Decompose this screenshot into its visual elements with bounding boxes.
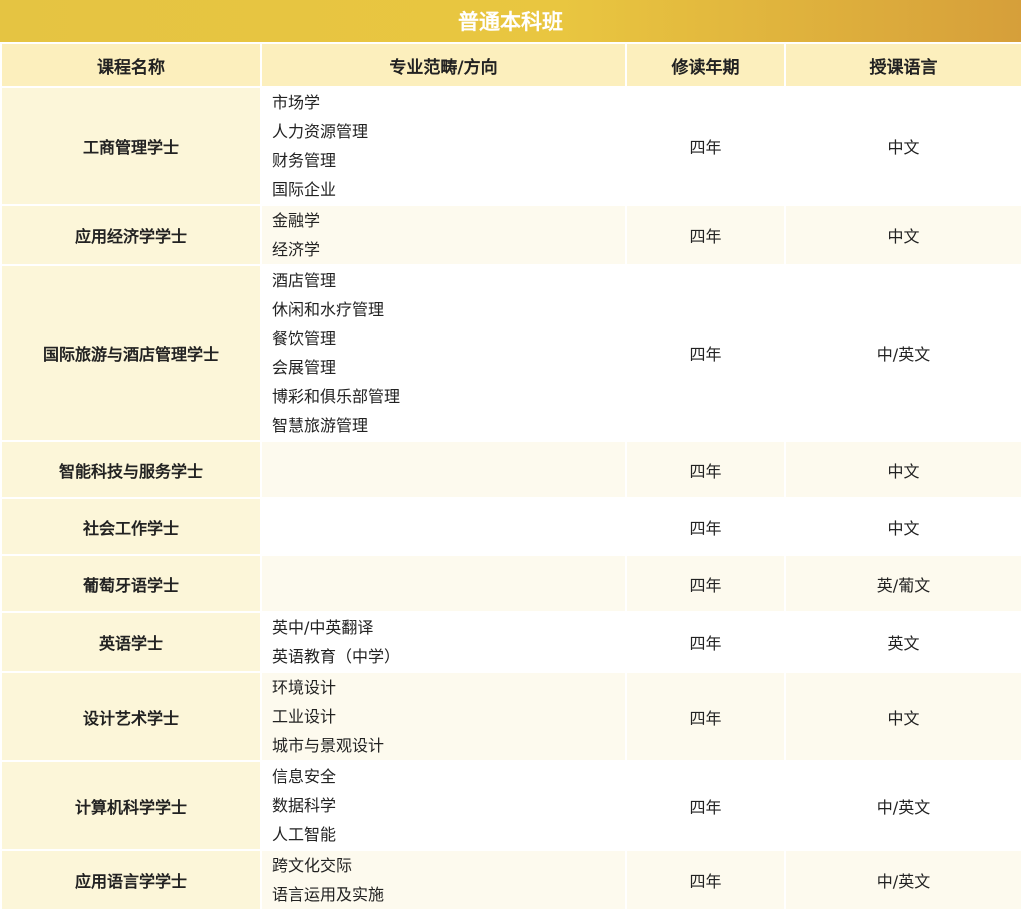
course-name: 社会工作学士 [0,497,262,556]
study-years: 四年 [625,86,786,206]
header-specialization: 专业范畴/方向 [260,42,627,88]
specialization-item: 人工智能 [272,825,337,844]
course-name: 英语学士 [0,611,262,673]
specialization-cell: 酒店管理休闲和水疗管理 餐饮管理会展管理博彩和俱乐部管理 智慧旅游管理 [260,264,627,442]
study-years: 四年 [625,611,786,673]
specialization-item: 餐饮管理 [272,329,337,348]
teaching-language: 英/葡文 [784,554,1021,613]
specialization-item: 博彩和俱乐部管理 [272,387,401,406]
banner-title: 普通本科班 [0,0,1021,42]
header-language: 授课语言 [784,42,1021,88]
course-name: 葡萄牙语学士 [0,554,262,613]
specialization-cell: 金融学 经济学 [260,204,627,266]
study-years: 四年 [625,497,786,556]
table-row: 计算机科学学士 信息安全 数据科学 人工智能 四年 中/英文 [0,760,1021,851]
program-table-page: 普通本科班 课程名称 专业范畴/方向 修读年期 授课语言 工商管理学士 市场学人力… [0,0,1021,911]
specialization-cell: 环境设计工业设计城市与景观设计 [260,671,627,762]
table-row: 英语学士 英中/中英翻译 英语教育（中学） 四年 英文 [0,611,1021,673]
table-header-row: 课程名称 专业范畴/方向 修读年期 授课语言 [0,42,1021,88]
table-row: 葡萄牙语学士 四年 英/葡文 [0,554,1021,613]
specialization-cell [260,440,627,499]
specialization-cell [260,554,627,613]
specialization-item: 跨文化交际 [272,856,353,875]
specialization-item: 环境设计 [272,678,337,697]
specialization-cell: 市场学人力资源管理 财务管理国际企业 [260,86,627,206]
specialization-item: 酒店管理 [272,271,337,290]
table-row: 国际旅游与酒店管理学士 酒店管理休闲和水疗管理 餐饮管理会展管理博彩和俱乐部管理 智慧… [0,264,1021,442]
specialization-item: 市场学 [272,93,321,112]
specialization-cell: 英中/中英翻译英语教育（中学） [260,611,627,673]
specialization-item: 智慧旅游管理 [272,416,369,435]
specialization-item: 财务管理 [272,151,337,170]
course-name: 智能科技与服务学士 [0,440,262,499]
course-name: 设计艺术学士 [0,671,262,762]
course-name: 应用经济学学士 [0,204,262,266]
teaching-language: 英文 [784,611,1021,673]
study-years: 四年 [625,440,786,499]
specialization-item: 经济学 [272,240,321,259]
teaching-language: 中/英文 [784,760,1021,851]
study-years: 四年 [625,671,786,762]
specialization-item: 工业设计 [272,707,337,726]
specialization-cell: 信息安全数据科学人工智能 [260,760,627,851]
study-years: 四年 [625,554,786,613]
course-name: 国际旅游与酒店管理学士 [0,264,262,442]
teaching-language: 中/英文 [784,264,1021,442]
header-course-name: 课程名称 [0,42,262,88]
teaching-language: 中文 [784,204,1021,266]
course-name: 应用语言学学士 [0,849,262,911]
specialization-cell [260,497,627,556]
specialization-item: 休闲和水疗管理 [272,300,385,319]
teaching-language: 中文 [784,671,1021,762]
specialization-item: 数据科学 [272,796,337,815]
specialization-item: 人力资源管理 [272,122,369,141]
table-row: 应用语言学学士 跨文化交际 语言运用及实施 四年 中/英文 [0,849,1021,911]
specialization-item: 信息安全 [272,767,337,786]
specialization-item: 国际企业 [272,180,337,199]
header-study-years: 修读年期 [625,42,786,88]
teaching-language: 中文 [784,440,1021,499]
study-years: 四年 [625,264,786,442]
program-table: 课程名称 专业范畴/方向 修读年期 授课语言 工商管理学士 市场学人力资源管理 财务… [0,42,1021,911]
specialization-item: 英中/中英翻译 [272,618,374,637]
specialization-cell: 跨文化交际语言运用及实施 [260,849,627,911]
table-row: 工商管理学士 市场学 人力资源管理 财务管理 国际企业 四年 中文 [0,86,1021,206]
study-years: 四年 [625,204,786,266]
specialization-item: 城市与景观设计 [272,736,385,755]
specialization-item: 会展管理 [272,358,337,377]
course-name: 计算机科学学士 [0,760,262,851]
course-name: 工商管理学士 [0,86,262,206]
table-row: 社会工作学士 四年 中文 [0,497,1021,556]
study-years: 四年 [625,760,786,851]
study-years: 四年 [625,849,786,911]
table-body: 工商管理学士 市场学 人力资源管理 财务管理 国际企业 四年 中文 应用经济学学士 金融学 经济学… [0,86,1021,911]
table-row: 设计艺术学士 环境设计 工业设计 城市与景观设计 四年 中文 [0,671,1021,762]
table-row: 应用经济学学士 金融学 经济学 四年 中文 [0,204,1021,266]
table-row: 智能科技与服务学士 四年 中文 [0,440,1021,499]
teaching-language: 中文 [784,86,1021,206]
teaching-language: 中文 [784,497,1021,556]
specialization-item: 语言运用及实施 [272,885,385,904]
teaching-language: 中/英文 [784,849,1021,911]
specialization-item: 金融学 [272,211,321,230]
specialization-item: 英语教育（中学） [272,647,401,666]
